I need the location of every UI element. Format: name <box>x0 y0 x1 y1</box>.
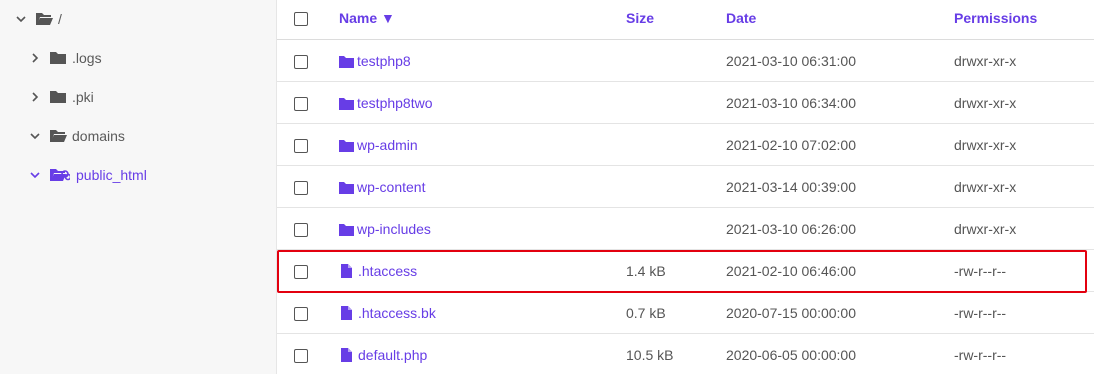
tree-node-root[interactable]: / <box>16 8 62 30</box>
file-date: 2021-02-10 07:02:00 <box>726 137 856 153</box>
folder-link-icon <box>50 169 70 181</box>
select-all-checkbox[interactable] <box>294 12 308 26</box>
file-name-cell[interactable]: testphp8 <box>339 53 411 69</box>
tree-node-pki[interactable]: .pki <box>30 86 94 108</box>
row-checkbox[interactable] <box>294 181 308 195</box>
file-name[interactable]: .htaccess.bk <box>358 305 436 321</box>
table-row[interactable]: default.php 10.5 kB 2020-06-05 00:00:00 -rw… <box>277 334 1094 374</box>
file-name-cell[interactable]: .htaccess.bk <box>339 305 436 321</box>
table-row[interactable]: testphp8 2021-03-10 06:31:00 drwxr-xr-x <box>277 40 1094 82</box>
file-name-cell[interactable]: wp-admin <box>339 137 418 153</box>
row-checkbox[interactable] <box>294 307 308 321</box>
file-permissions: -rw-r--r-- <box>954 347 1007 363</box>
file-icon <box>341 264 352 278</box>
file-name-cell[interactable]: testphp8two <box>339 95 433 111</box>
file-size: 1.4 kB <box>626 263 666 279</box>
file-name[interactable]: testphp8 <box>357 53 411 69</box>
tree-node-label: / <box>58 11 62 27</box>
tree-node-public-html[interactable]: public_html <box>30 164 147 186</box>
file-permissions: drwxr-xr-x <box>954 53 1017 69</box>
row-checkbox[interactable] <box>294 223 308 237</box>
file-permissions: drwxr-xr-x <box>954 95 1017 111</box>
folder-icon <box>339 55 354 68</box>
file-permissions: -rw-r--r-- <box>954 263 1007 279</box>
folder-open-icon <box>36 13 53 25</box>
file-name[interactable]: wp-content <box>357 179 425 195</box>
file-permissions: drwxr-xr-x <box>954 221 1017 237</box>
file-table: Name ▼ Size Date Permissions testphp8 202… <box>277 0 1094 374</box>
file-name[interactable]: testphp8two <box>357 95 433 111</box>
column-header-permissions[interactable]: Permissions <box>954 10 1037 26</box>
table-row[interactable]: wp-includes 2021-03-10 06:26:00 drwxr-xr-x <box>277 208 1094 250</box>
file-name-cell[interactable]: .htaccess <box>339 263 417 279</box>
file-name[interactable]: wp-includes <box>357 221 431 237</box>
column-header-name[interactable]: Name ▼ <box>339 10 395 26</box>
tree-node-label: .pki <box>72 89 94 105</box>
tree-node-label: domains <box>72 128 125 144</box>
table-row[interactable]: .htaccess.bk 0.7 kB 2020-07-15 00:00:00 -rw… <box>277 292 1094 334</box>
file-icon <box>341 348 352 362</box>
row-checkbox[interactable] <box>294 55 308 69</box>
row-checkbox[interactable] <box>294 349 308 363</box>
folder-icon <box>50 52 66 64</box>
file-name-cell[interactable]: default.php <box>339 347 427 363</box>
folder-open-icon <box>50 130 67 142</box>
table-row[interactable]: wp-content 2021-03-14 00:39:00 drwxr-xr-x <box>277 166 1094 208</box>
file-size: 10.5 kB <box>626 347 674 363</box>
file-name[interactable]: default.php <box>358 347 427 363</box>
file-permissions: drwxr-xr-x <box>954 179 1017 195</box>
chevron-down-icon[interactable] <box>30 131 40 141</box>
folder-tree-sidebar: / .logs .pki domains public_html <box>0 0 277 374</box>
folder-icon <box>50 91 66 103</box>
file-date: 2021-03-10 06:31:00 <box>726 53 856 69</box>
chevron-right-icon[interactable] <box>30 92 40 102</box>
file-date: 2021-02-10 06:46:00 <box>726 263 856 279</box>
file-manager: / .logs .pki domains public_html Name ▼ … <box>0 0 1094 374</box>
file-permissions: drwxr-xr-x <box>954 137 1017 153</box>
row-checkbox[interactable] <box>294 139 308 153</box>
chevron-down-icon[interactable] <box>30 170 40 180</box>
file-name-cell[interactable]: wp-content <box>339 179 425 195</box>
file-date: 2021-03-10 06:34:00 <box>726 95 856 111</box>
file-size: 0.7 kB <box>626 305 666 321</box>
file-name-cell[interactable]: wp-includes <box>339 221 431 237</box>
column-header-date[interactable]: Date <box>726 10 756 26</box>
row-checkbox[interactable] <box>294 97 308 111</box>
column-header-size[interactable]: Size <box>626 10 654 26</box>
chevron-down-icon[interactable] <box>16 14 26 24</box>
file-date: 2021-03-10 06:26:00 <box>726 221 856 237</box>
folder-icon <box>339 97 354 110</box>
file-permissions: -rw-r--r-- <box>954 305 1007 321</box>
folder-icon <box>339 223 354 236</box>
folder-icon <box>339 181 354 194</box>
table-row[interactable]: testphp8two 2021-03-10 06:34:00 drwxr-xr-x <box>277 82 1094 124</box>
table-row[interactable]: wp-admin 2021-02-10 07:02:00 drwxr-xr-x <box>277 124 1094 166</box>
table-row[interactable]: .htaccess 1.4 kB 2021-02-10 06:46:00 -rw-r-… <box>277 250 1094 292</box>
row-checkbox[interactable] <box>294 265 308 279</box>
tree-node-label: .logs <box>72 50 102 66</box>
tree-node-logs[interactable]: .logs <box>30 47 102 69</box>
folder-icon <box>339 139 354 152</box>
table-header: Name ▼ Size Date Permissions <box>277 0 1094 40</box>
file-name[interactable]: wp-admin <box>357 137 418 153</box>
file-name[interactable]: .htaccess <box>358 263 417 279</box>
file-date: 2020-07-15 00:00:00 <box>726 305 856 321</box>
file-date: 2020-06-05 00:00:00 <box>726 347 856 363</box>
file-date: 2021-03-14 00:39:00 <box>726 179 856 195</box>
tree-node-label: public_html <box>76 167 147 183</box>
chevron-right-icon[interactable] <box>30 53 40 63</box>
file-icon <box>341 306 352 320</box>
tree-node-domains[interactable]: domains <box>30 125 125 147</box>
